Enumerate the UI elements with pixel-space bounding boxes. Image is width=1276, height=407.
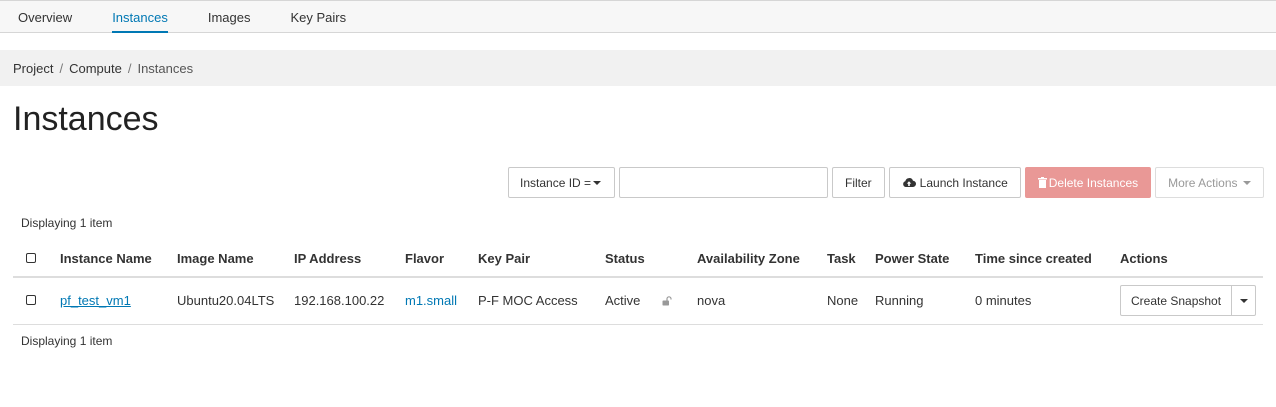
delete-instances-button[interactable]: Delete Instances xyxy=(1024,167,1152,198)
breadcrumb-separator: / xyxy=(127,61,132,76)
column-header: Actions xyxy=(1120,240,1263,278)
trash-icon xyxy=(1037,177,1047,188)
top-tabs: Overview Instances Images Key Pairs xyxy=(0,0,1276,33)
cloud-upload-icon xyxy=(902,177,916,188)
filter-field-select[interactable]: Instance ID = xyxy=(508,167,615,198)
table-header-row: Instance Name Image Name IP Address Flav… xyxy=(13,240,1263,278)
column-header[interactable]: Flavor xyxy=(405,240,478,278)
filter-button-label: Filter xyxy=(845,175,872,190)
filter-field-label: Instance ID = xyxy=(520,175,592,190)
status-cell: Active xyxy=(605,277,697,325)
flavor-link[interactable]: m1.small xyxy=(405,293,457,308)
image-name-cell: Ubuntu20.04LTS xyxy=(177,277,294,325)
column-header[interactable]: Power State xyxy=(875,240,975,278)
tab-images[interactable]: Images xyxy=(208,1,251,33)
breadcrumb-separator: / xyxy=(59,61,64,76)
tab-instances[interactable]: Instances xyxy=(112,1,168,33)
column-header[interactable]: Status xyxy=(605,240,697,278)
instance-name-link[interactable]: pf_test_vm1 xyxy=(60,293,131,308)
column-header[interactable]: Availability Zone xyxy=(697,240,827,278)
ip-address-cell: 192.168.100.22 xyxy=(294,277,405,325)
launch-instance-label: Launch Instance xyxy=(919,175,1008,190)
table-toolbar: Instance ID = Filter Launch Instance Del… xyxy=(508,167,1264,198)
caret-down-icon xyxy=(1242,180,1251,185)
power-state-cell: Running xyxy=(875,277,975,325)
column-header[interactable]: Task xyxy=(827,240,875,278)
status-text: Active xyxy=(605,292,641,308)
tab-overview[interactable]: Overview xyxy=(18,1,72,33)
page-title: Instances xyxy=(13,100,159,138)
instance-name-cell: pf_test_vm1 xyxy=(60,277,177,325)
filter-button[interactable]: Filter xyxy=(832,167,885,198)
actions-cell: Create Snapshot xyxy=(1120,277,1263,325)
breadcrumb-instances: Instances xyxy=(137,61,194,76)
unlock-icon xyxy=(662,294,673,309)
column-header[interactable]: Time since created xyxy=(975,240,1120,278)
column-header[interactable]: Image Name xyxy=(177,240,294,278)
launch-instance-button[interactable]: Launch Instance xyxy=(888,167,1021,198)
caret-down-icon xyxy=(593,180,602,185)
column-header[interactable]: Instance Name xyxy=(60,240,177,278)
more-actions-label: More Actions xyxy=(1168,175,1238,190)
availability-zone-cell: nova xyxy=(697,277,827,325)
column-header[interactable]: IP Address xyxy=(294,240,405,278)
row-select-cell xyxy=(13,277,60,325)
tab-key-pairs[interactable]: Key Pairs xyxy=(290,1,346,33)
select-all-header xyxy=(13,240,60,278)
create-snapshot-button[interactable]: Create Snapshot xyxy=(1120,285,1233,317)
row-actions-dropdown[interactable] xyxy=(1232,285,1257,317)
item-count-top: Displaying 1 item xyxy=(21,216,113,230)
flavor-cell: m1.small xyxy=(405,277,478,325)
delete-instances-label: Delete Instances xyxy=(1048,175,1139,190)
column-header[interactable]: Key Pair xyxy=(478,240,605,278)
create-snapshot-label: Create Snapshot xyxy=(1131,293,1222,308)
breadcrumb-project[interactable]: Project xyxy=(13,61,53,76)
row-checkbox[interactable] xyxy=(26,295,36,306)
table-row: pf_test_vm1 Ubuntu20.04LTS 192.168.100.2… xyxy=(13,277,1263,325)
breadcrumb: Project / Compute / Instances xyxy=(0,50,1276,86)
item-count-bottom: Displaying 1 item xyxy=(21,334,113,348)
more-actions-button[interactable]: More Actions xyxy=(1155,167,1264,198)
key-pair-cell: P-F MOC Access xyxy=(478,277,605,325)
breadcrumb-compute[interactable]: Compute xyxy=(69,61,122,76)
time-since-created-cell: 0 minutes xyxy=(975,277,1120,325)
task-cell: None xyxy=(827,277,875,325)
filter-input[interactable] xyxy=(619,167,828,198)
row-actions-group: Create Snapshot xyxy=(1120,285,1263,317)
instances-table: Instance Name Image Name IP Address Flav… xyxy=(13,240,1263,325)
caret-down-icon xyxy=(1239,298,1248,303)
select-all-checkbox[interactable] xyxy=(26,252,36,263)
